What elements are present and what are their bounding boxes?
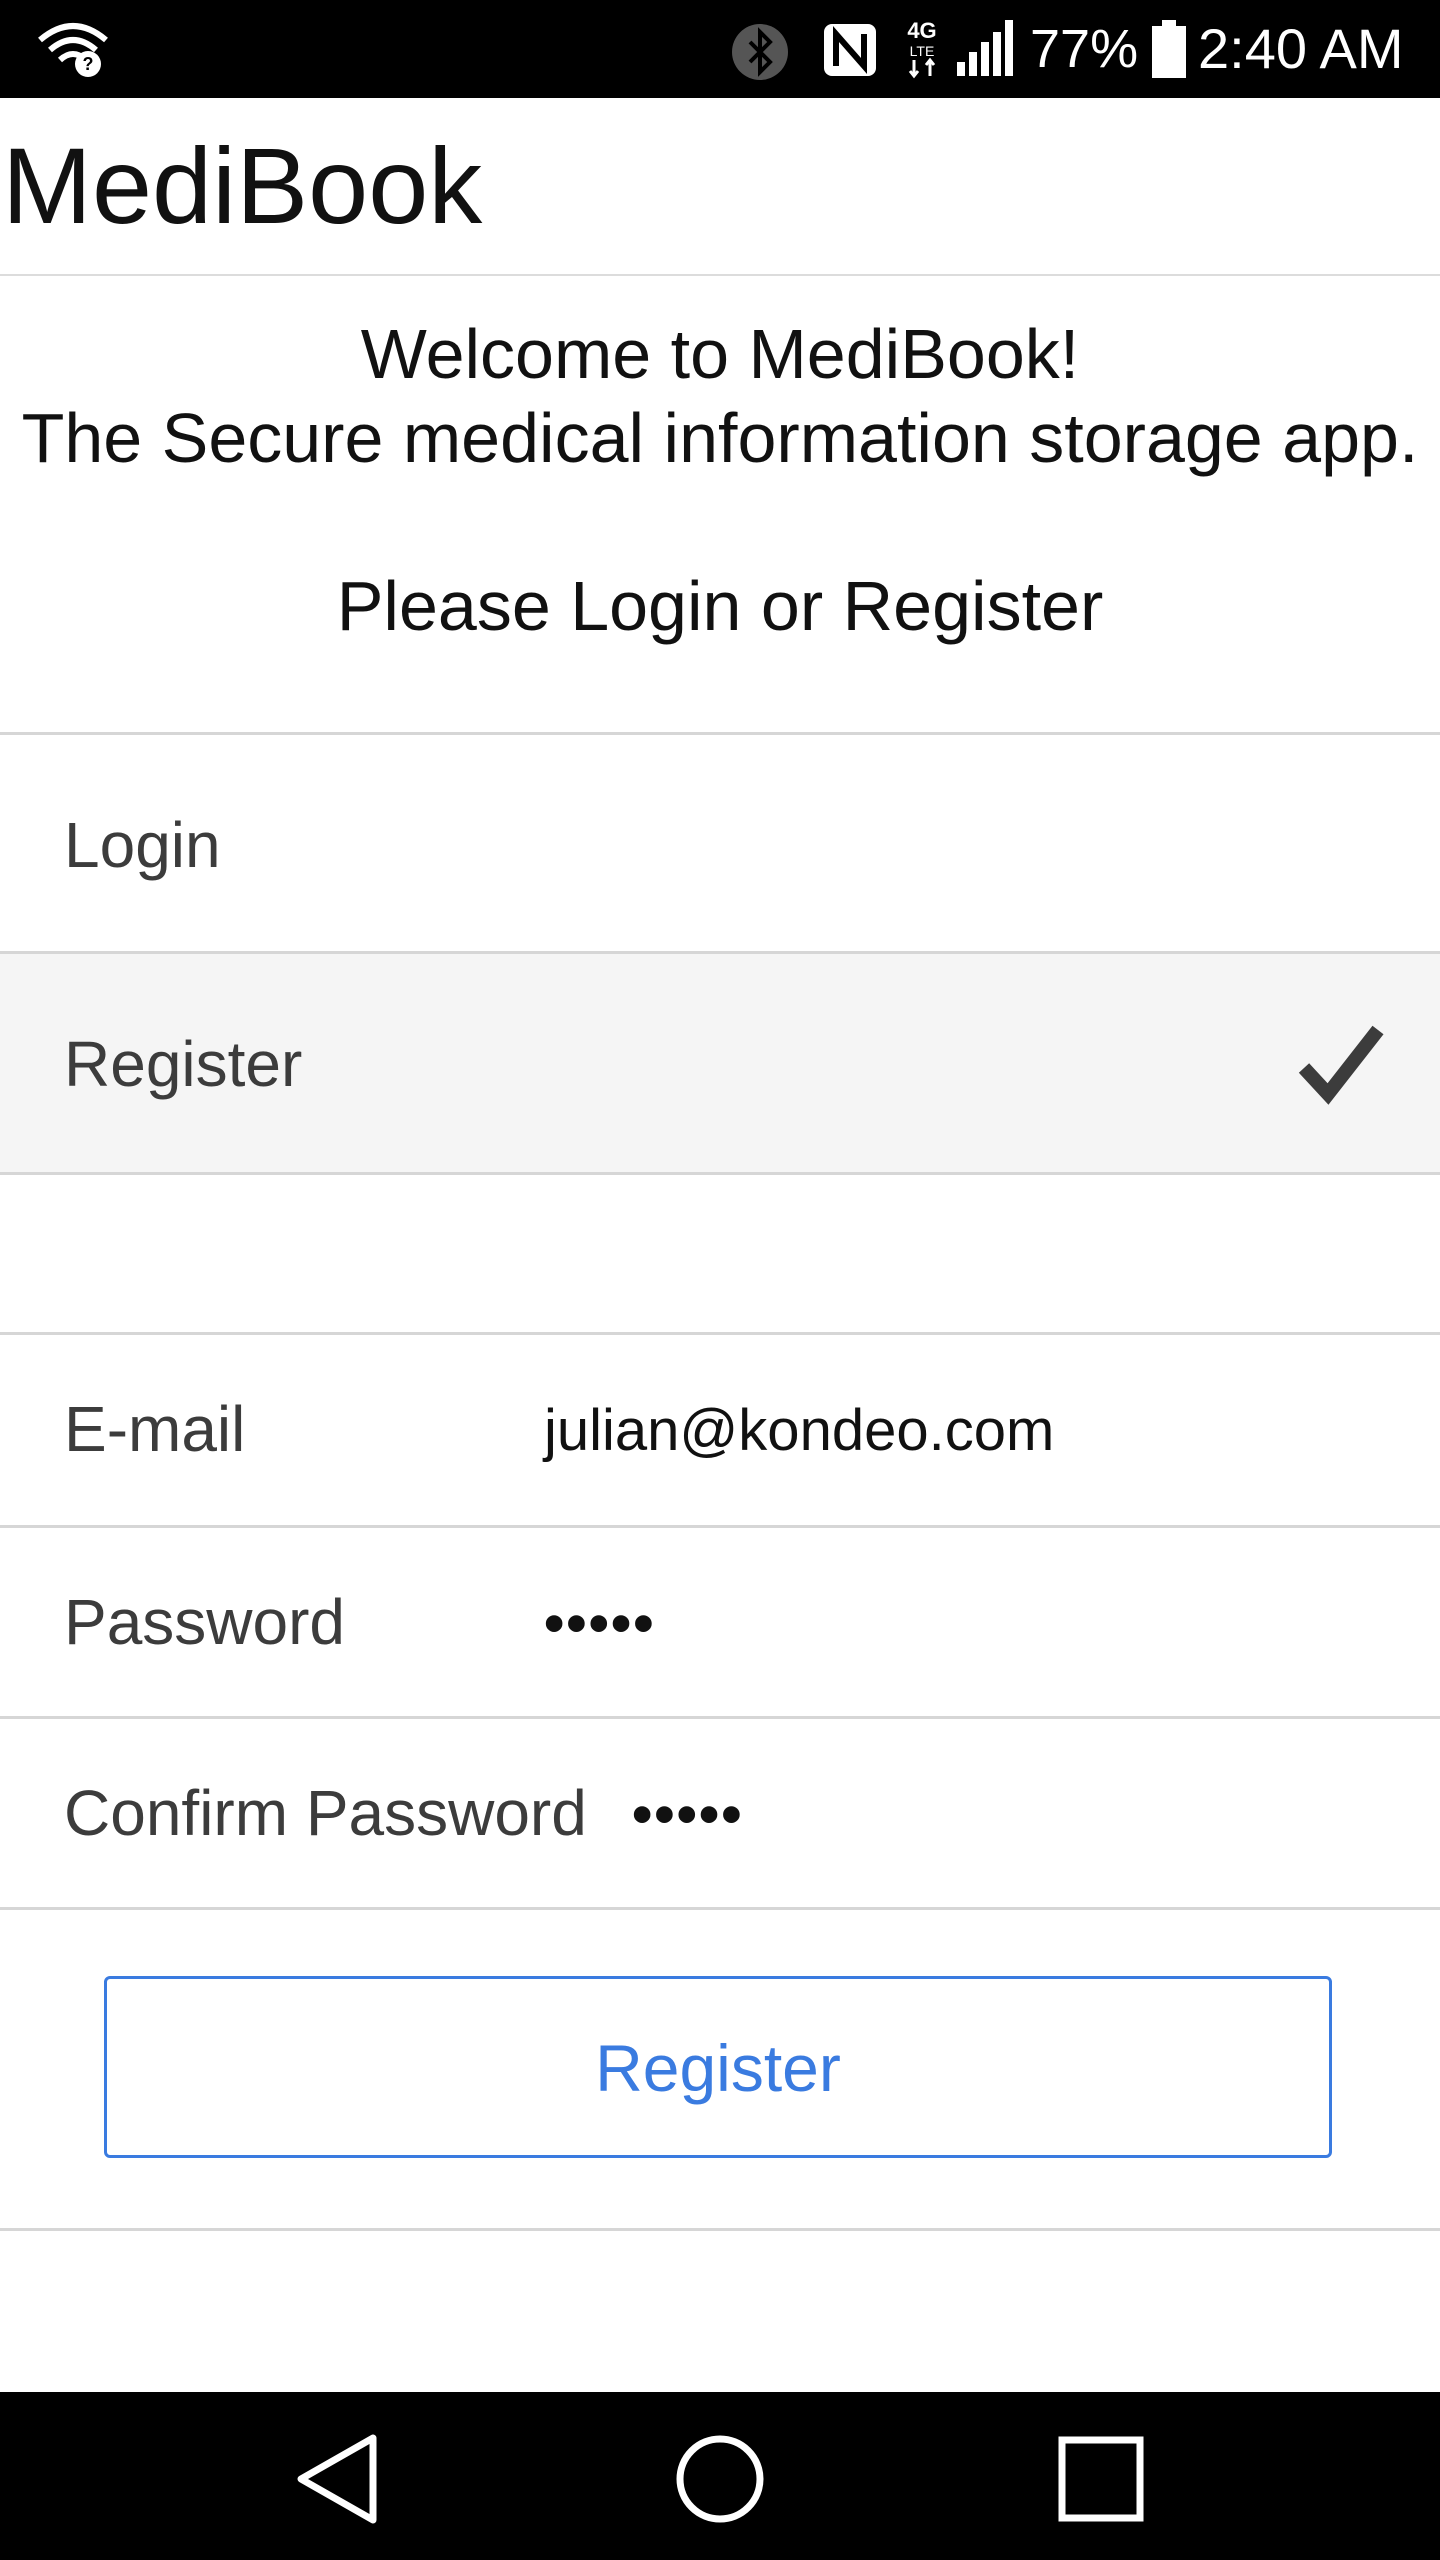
divider — [0, 1172, 1440, 1175]
navigation-bar — [0, 2392, 1440, 2560]
wifi-question-icon: ? — [38, 23, 108, 77]
confirm-password-field[interactable]: ••••• — [632, 1777, 744, 1853]
status-bar: ? 4G LTE 77% 2:40 AM — [0, 0, 1440, 98]
cell-signal-icon — [957, 20, 1013, 76]
password-label: Password — [64, 1586, 345, 1658]
checkmark-icon — [1298, 1025, 1384, 1105]
confirm-password-label: Confirm Password — [64, 1777, 587, 1849]
confirm-password-row: Confirm Password ••••• — [0, 1719, 1440, 1909]
password-field[interactable]: ••••• — [544, 1586, 656, 1662]
option-register[interactable]: Register — [0, 954, 1440, 1172]
option-login[interactable]: Login — [0, 735, 1440, 953]
welcome-text: Welcome to MediBook! — [360, 315, 1080, 393]
email-field[interactable]: julian@kondeo.com — [544, 1393, 1054, 1469]
svg-text:LTE: LTE — [910, 43, 935, 59]
app-title: MediBook — [2, 125, 483, 246]
back-icon[interactable] — [285, 2424, 395, 2534]
email-label: E-mail — [64, 1393, 246, 1465]
status-clock: 2:40 AM — [1198, 17, 1404, 80]
svg-text:?: ? — [83, 54, 94, 74]
battery-icon — [1152, 20, 1186, 78]
tagline-text: The Secure medical information storage a… — [21, 399, 1419, 477]
email-row: E-mail julian@kondeo.com — [0, 1335, 1440, 1525]
nfc-icon — [824, 24, 876, 76]
intro-section: Welcome to MediBook! The Secure medical … — [0, 276, 1440, 732]
home-icon[interactable] — [665, 2424, 775, 2534]
divider — [0, 2228, 1440, 2231]
recents-icon[interactable] — [1046, 2424, 1156, 2534]
svg-text:4G: 4G — [907, 18, 936, 43]
4g-lte-icon: 4G LTE — [907, 18, 937, 79]
app-header: MediBook — [0, 98, 1440, 276]
register-button[interactable]: Register — [104, 1976, 1332, 2158]
option-login-label: Login — [64, 809, 221, 881]
battery-percent: 77% — [1030, 19, 1139, 79]
password-row: Password ••••• — [0, 1528, 1440, 1718]
bluetooth-icon — [732, 24, 788, 80]
option-register-label: Register — [64, 1028, 303, 1100]
login-register-prompt: Please Login or Register — [336, 567, 1104, 645]
divider — [0, 1907, 1440, 1910]
